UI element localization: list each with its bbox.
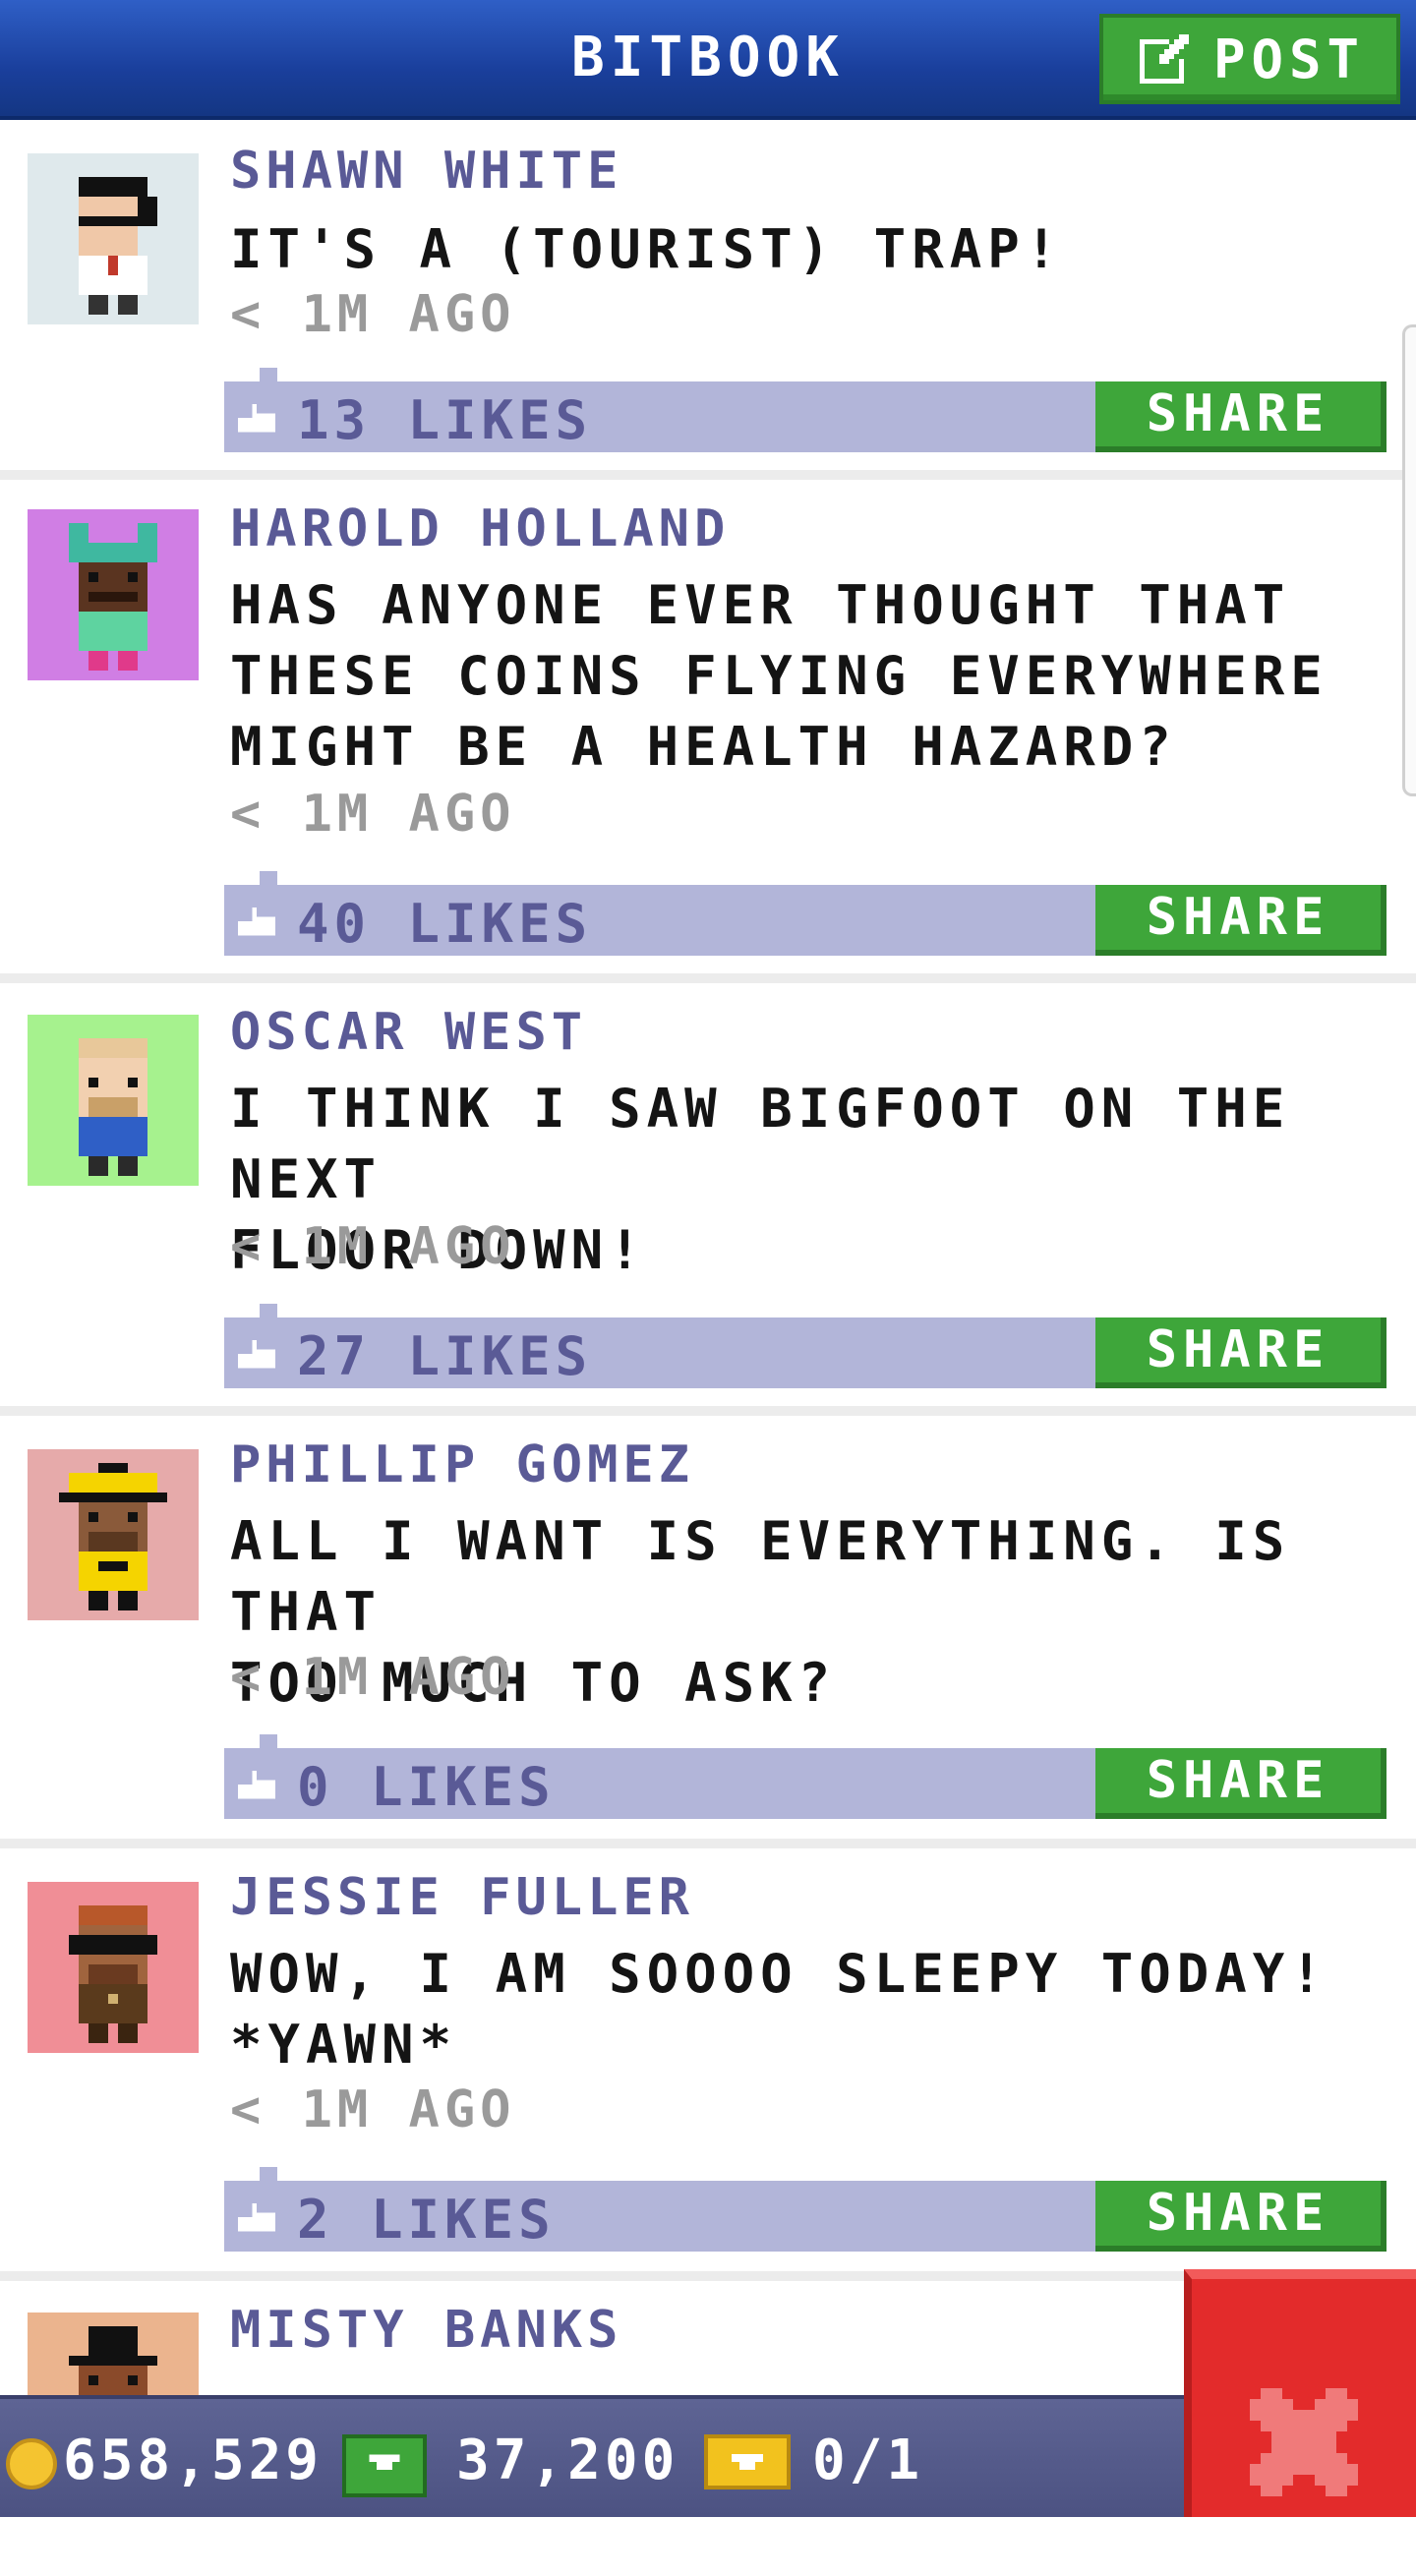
like-bar[interactable]: 40 LIKES SHARE (224, 871, 1386, 956)
like-bar-tab (260, 871, 277, 885)
share-button[interactable]: SHARE (1095, 2181, 1386, 2252)
like-bar[interactable]: 0 LIKES SHARE (224, 1734, 1386, 1819)
thumbs-up-icon (238, 1770, 275, 1799)
like-bar[interactable]: 2 LIKES SHARE (224, 2167, 1386, 2252)
likes-count: 0 LIKES (297, 1756, 556, 1818)
close-button[interactable] (1184, 2269, 1416, 2517)
coins-count: 658,529 (63, 2429, 324, 2492)
avatar (28, 1449, 199, 1620)
feed-list: SHAWN WHITE IT'S A (TOURIST) TRAP! < 1M … (0, 120, 1416, 2576)
thumbs-up-icon (238, 403, 275, 433)
post-author[interactable]: JESSIE FULLER (230, 1868, 694, 1927)
likes-count: 13 LIKES (297, 389, 593, 451)
bux-icon (342, 2434, 427, 2497)
post-timestamp: < 1M AGO (230, 785, 516, 844)
coin-icon (6, 2438, 57, 2489)
list-item: JESSIE FULLER WOW, I AM SOOOO SLEEPY TOD… (0, 1848, 1416, 2281)
post-timestamp: < 1M AGO (230, 2080, 516, 2139)
post-timestamp: < 1M AGO (230, 1217, 516, 1276)
ticket-icon (704, 2434, 791, 2489)
share-button[interactable]: SHARE (1095, 381, 1386, 452)
thumbs-up-icon (238, 1339, 275, 1369)
post-author[interactable]: PHILLIP GOMEZ (230, 1435, 694, 1494)
post-author[interactable]: HAROLD HOLLAND (230, 499, 730, 558)
post-button[interactable]: POST (1099, 14, 1400, 104)
share-button[interactable]: SHARE (1095, 1748, 1386, 1819)
share-button[interactable]: SHARE (1095, 885, 1386, 956)
like-bar-tab (260, 1734, 277, 1748)
post-text: HAS ANYONE EVER THOUGHT THAT THESE COINS… (230, 574, 1328, 778)
tickets-count: 0/1 (812, 2429, 924, 2492)
bux-count: 37,200 (456, 2429, 679, 2492)
list-item: SHAWN WHITE IT'S A (TOURIST) TRAP! < 1M … (0, 120, 1416, 480)
post-text: IT'S A (TOURIST) TRAP! (230, 218, 1064, 280)
like-bar-tab (260, 368, 277, 381)
compose-icon (1139, 34, 1189, 84)
post-author[interactable]: SHAWN WHITE (230, 142, 622, 201)
list-item: PHILLIP GOMEZ ALL I WANT IS EVERYTHING. … (0, 1416, 1416, 1848)
list-item: OSCAR WEST I THINK I SAW BIGFOOT ON THE … (0, 983, 1416, 1416)
avatar (28, 1882, 199, 2053)
post-timestamp: < 1M AGO (230, 1648, 516, 1707)
share-button[interactable]: SHARE (1095, 1317, 1386, 1388)
list-item: HAROLD HOLLAND HAS ANYONE EVER THOUGHT T… (0, 480, 1416, 983)
post-button-label: POST (1212, 28, 1366, 90)
app-header: BITBOOK POST (0, 0, 1416, 120)
like-bar[interactable]: 13 LIKES SHARE (224, 368, 1386, 452)
likes-count: 27 LIKES (297, 1325, 593, 1387)
avatar (28, 153, 199, 324)
like-bar[interactable]: 27 LIKES SHARE (224, 1304, 1386, 1388)
post-text: WOW, I AM SOOOO SLEEPY TODAY! *YAWN* (230, 1943, 1328, 2076)
post-author[interactable]: MISTY BANKS (230, 2301, 622, 2360)
avatar (28, 1015, 199, 1186)
close-icon (1250, 2388, 1358, 2496)
post-author[interactable]: OSCAR WEST (230, 1003, 587, 1062)
likes-count: 40 LIKES (297, 893, 593, 955)
thumbs-up-icon (238, 2202, 275, 2232)
scroll-handle[interactable] (1402, 324, 1416, 796)
thumbs-up-icon (238, 907, 275, 936)
post-timestamp: < 1M AGO (230, 285, 516, 344)
like-bar-tab (260, 2167, 277, 2181)
like-bar-tab (260, 1304, 277, 1317)
avatar (28, 509, 199, 680)
likes-count: 2 LIKES (297, 2189, 556, 2251)
